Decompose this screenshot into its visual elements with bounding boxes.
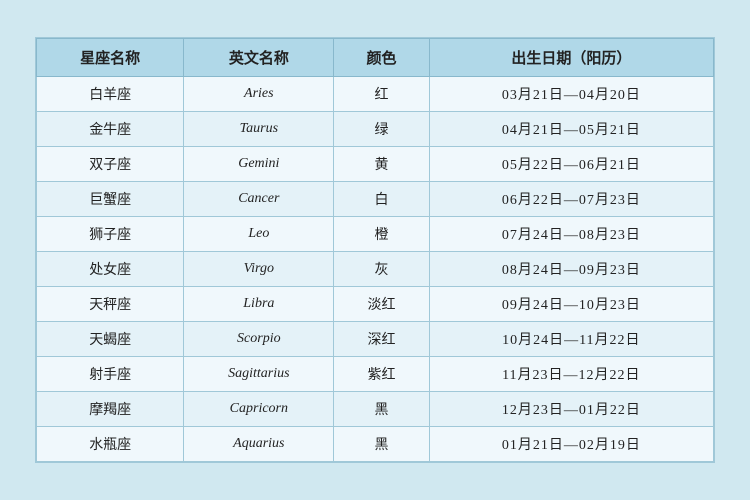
header-col-0: 星座名称 <box>37 39 184 77</box>
cell-6-0: 天秤座 <box>37 287 184 322</box>
cell-0-3: 03月21日—04月20日 <box>429 77 713 112</box>
cell-4-2: 橙 <box>334 217 429 252</box>
cell-2-3: 05月22日—06月21日 <box>429 147 713 182</box>
cell-4-0: 狮子座 <box>37 217 184 252</box>
cell-8-0: 射手座 <box>37 357 184 392</box>
table-row: 巨蟹座Cancer白06月22日—07月23日 <box>37 182 714 217</box>
cell-7-0: 天蝎座 <box>37 322 184 357</box>
cell-6-3: 09月24日—10月23日 <box>429 287 713 322</box>
cell-9-0: 摩羯座 <box>37 392 184 427</box>
table-row: 白羊座Aries红03月21日—04月20日 <box>37 77 714 112</box>
cell-8-2: 紫红 <box>334 357 429 392</box>
cell-3-1: Cancer <box>184 182 334 217</box>
cell-10-0: 水瓶座 <box>37 427 184 462</box>
table-row: 天秤座Libra淡红09月24日—10月23日 <box>37 287 714 322</box>
cell-9-3: 12月23日—01月22日 <box>429 392 713 427</box>
cell-3-3: 06月22日—07月23日 <box>429 182 713 217</box>
cell-1-2: 绿 <box>334 112 429 147</box>
table-row: 狮子座Leo橙07月24日—08月23日 <box>37 217 714 252</box>
zodiac-table: 星座名称英文名称颜色出生日期（阳历） 白羊座Aries红03月21日—04月20… <box>36 38 714 462</box>
cell-8-1: Sagittarius <box>184 357 334 392</box>
cell-3-0: 巨蟹座 <box>37 182 184 217</box>
cell-5-1: Virgo <box>184 252 334 287</box>
cell-7-3: 10月24日—11月22日 <box>429 322 713 357</box>
cell-9-1: Capricorn <box>184 392 334 427</box>
header-col-2: 颜色 <box>334 39 429 77</box>
table-row: 金牛座Taurus绿04月21日—05月21日 <box>37 112 714 147</box>
cell-0-1: Aries <box>184 77 334 112</box>
cell-4-1: Leo <box>184 217 334 252</box>
cell-5-2: 灰 <box>334 252 429 287</box>
table-row: 射手座Sagittarius紫红11月23日—12月22日 <box>37 357 714 392</box>
table-row: 水瓶座Aquarius黑01月21日—02月19日 <box>37 427 714 462</box>
cell-8-3: 11月23日—12月22日 <box>429 357 713 392</box>
cell-3-2: 白 <box>334 182 429 217</box>
header-col-3: 出生日期（阳历） <box>429 39 713 77</box>
table-row: 双子座Gemini黄05月22日—06月21日 <box>37 147 714 182</box>
cell-2-2: 黄 <box>334 147 429 182</box>
cell-1-0: 金牛座 <box>37 112 184 147</box>
cell-10-1: Aquarius <box>184 427 334 462</box>
cell-1-1: Taurus <box>184 112 334 147</box>
cell-0-2: 红 <box>334 77 429 112</box>
cell-9-2: 黑 <box>334 392 429 427</box>
table-row: 天蝎座Scorpio深红10月24日—11月22日 <box>37 322 714 357</box>
cell-7-2: 深红 <box>334 322 429 357</box>
table-row: 摩羯座Capricorn黑12月23日—01月22日 <box>37 392 714 427</box>
cell-5-3: 08月24日—09月23日 <box>429 252 713 287</box>
cell-0-0: 白羊座 <box>37 77 184 112</box>
cell-2-1: Gemini <box>184 147 334 182</box>
cell-7-1: Scorpio <box>184 322 334 357</box>
cell-5-0: 处女座 <box>37 252 184 287</box>
cell-10-2: 黑 <box>334 427 429 462</box>
table-header-row: 星座名称英文名称颜色出生日期（阳历） <box>37 39 714 77</box>
table-body: 白羊座Aries红03月21日—04月20日金牛座Taurus绿04月21日—0… <box>37 77 714 462</box>
cell-6-2: 淡红 <box>334 287 429 322</box>
cell-1-3: 04月21日—05月21日 <box>429 112 713 147</box>
zodiac-table-container: 星座名称英文名称颜色出生日期（阳历） 白羊座Aries红03月21日—04月20… <box>35 37 715 463</box>
table-row: 处女座Virgo灰08月24日—09月23日 <box>37 252 714 287</box>
cell-2-0: 双子座 <box>37 147 184 182</box>
cell-4-3: 07月24日—08月23日 <box>429 217 713 252</box>
cell-6-1: Libra <box>184 287 334 322</box>
cell-10-3: 01月21日—02月19日 <box>429 427 713 462</box>
header-col-1: 英文名称 <box>184 39 334 77</box>
